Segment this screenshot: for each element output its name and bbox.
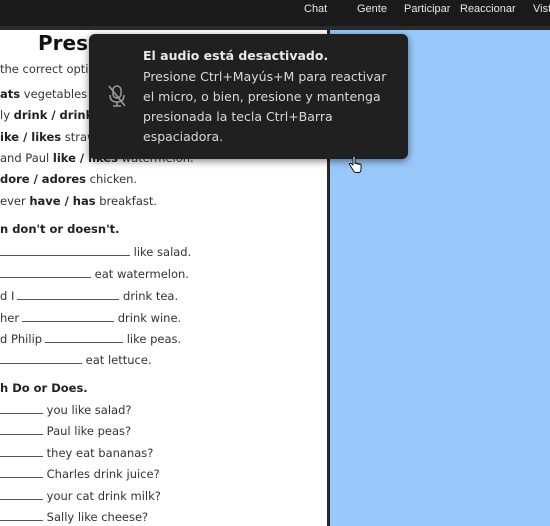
view-button[interactable]: Vist [533, 3, 550, 15]
exercise3-row: Paul like peas? [0, 424, 131, 438]
exercise3-row: you like salad? [0, 403, 132, 417]
exercise1-row: dore / adores chicken. [0, 172, 138, 186]
exercise3-row: they eat bananas? [0, 446, 153, 460]
hand-cursor-icon [349, 156, 362, 173]
exercise2-row: her drink wine. [0, 311, 182, 325]
exercise3-row: your cat drink milk? [0, 489, 161, 503]
notification-title: El audio está desactivado. [143, 48, 329, 63]
people-button[interactable]: Gente [357, 3, 387, 15]
mic-off-icon [108, 85, 126, 107]
join-button[interactable]: Participar [404, 3, 450, 15]
exercise1-row: ats vegetables e [0, 87, 98, 101]
exercise3-row: Sally like cheese? [0, 510, 148, 524]
exercise2-row: eat watermelon. [0, 267, 189, 281]
react-button[interactable]: Reaccionar [460, 3, 516, 15]
section-heading: n don't or doesn't. [0, 222, 120, 236]
worksheet-instruction: the correct optio [0, 62, 96, 76]
audio-muted-notification: El audio está desactivado. Presione Ctrl… [89, 34, 408, 159]
exercise1-row: ly drink / drinks [0, 108, 101, 122]
meeting-toolbar: Chat Gente Participar Reaccionar Vist [0, 0, 550, 26]
exercise3-row: Charles drink juice? [0, 467, 160, 481]
exercise2-row: eat lettuce. [0, 353, 152, 367]
section-heading: h Do or Does. [0, 381, 88, 395]
exercise2-row: like salad. [0, 245, 191, 259]
notification-message: Presione Ctrl+Mayús+M para reactivar el … [143, 69, 387, 144]
exercise2-row: d I drink tea. [0, 289, 179, 303]
exercise2-row: d Philip like peas. [0, 332, 182, 346]
chat-button[interactable]: Chat [304, 3, 327, 15]
exercise1-row: ever have / has breakfast. [0, 194, 158, 208]
